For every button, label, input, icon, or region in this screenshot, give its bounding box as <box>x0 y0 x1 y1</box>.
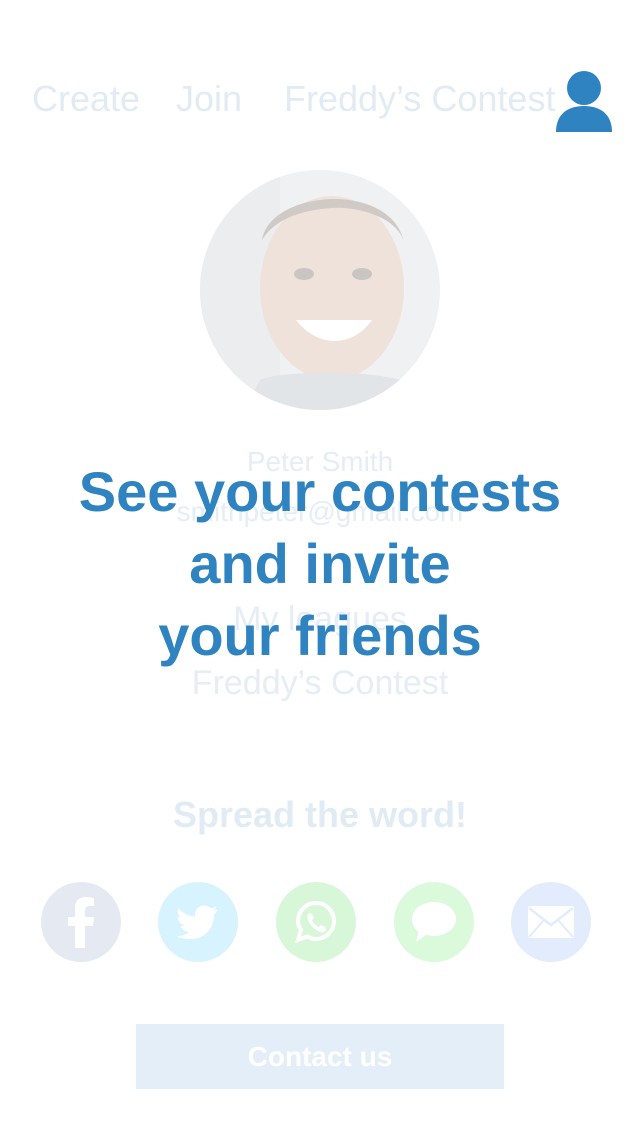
twitter-icon <box>178 905 218 939</box>
share-whatsapp-button[interactable] <box>276 882 356 962</box>
onboarding-message: See your contests and invite your friend… <box>0 456 640 672</box>
share-message-button[interactable] <box>394 882 474 962</box>
email-icon <box>528 906 574 938</box>
nav-join-link[interactable]: Join <box>176 78 242 120</box>
contact-us-button[interactable]: Contact us <box>136 1024 504 1089</box>
share-facebook-button[interactable] <box>41 882 121 962</box>
share-buttons <box>0 882 640 964</box>
facebook-icon <box>68 897 94 948</box>
profile-photo <box>200 170 440 410</box>
onboarding-line: See your contests <box>78 460 562 523</box>
share-heading: Spread the word! <box>172 794 468 835</box>
profile-avatar <box>200 170 440 410</box>
top-nav: Create Join Freddy’s Contest <box>0 70 640 132</box>
whatsapp-icon <box>294 900 337 944</box>
nav-contest-link[interactable]: Freddy’s Contest <box>284 78 555 120</box>
share-email-button[interactable] <box>511 882 591 962</box>
nav-create-link[interactable]: Create <box>32 78 140 120</box>
profile-button[interactable] <box>555 70 613 132</box>
onboarding-line: your friends <box>158 604 482 667</box>
user-icon <box>556 71 612 132</box>
message-icon <box>412 902 456 942</box>
onboarding-line: and invite <box>189 532 451 595</box>
share-twitter-button[interactable] <box>158 882 238 962</box>
